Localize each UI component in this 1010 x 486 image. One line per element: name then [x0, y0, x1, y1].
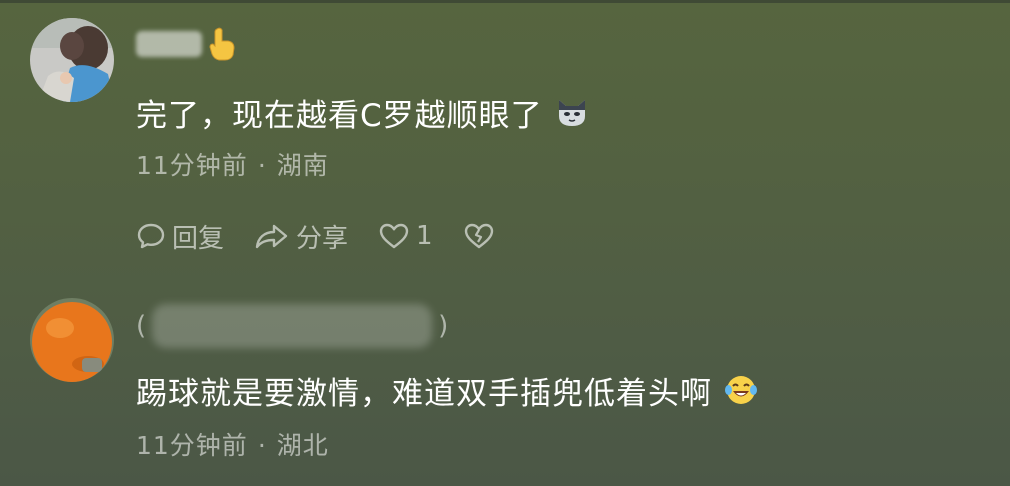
comment-text: 踢球就是要激情，难道双手插兜低着头啊 [136, 375, 712, 412]
comment-location: 湖南 [276, 151, 329, 180]
username-blurred[interactable] [152, 304, 433, 348]
reply-button[interactable]: 回复 [136, 218, 224, 255]
username-open-paren: ( [136, 311, 147, 341]
comment-text: 完了，现在越看C罗越顺眼了 [136, 97, 543, 134]
laughing-tears-emoji-icon [724, 373, 758, 407]
reply-label: 回复 [172, 223, 225, 254]
username-row [136, 24, 236, 64]
comment-actions: 回复 分享 1 [136, 216, 531, 256]
username-row: ( ) [136, 304, 449, 348]
comment-text-row: 踢球就是要激情，难道双手插兜低着头啊 [136, 368, 758, 412]
comment-location: 湖北 [276, 431, 329, 460]
comment-bubble-icon [136, 221, 172, 251]
avatar[interactable] [30, 298, 114, 382]
like-button[interactable]: 1 [378, 221, 433, 251]
username-close-paren: ) [438, 311, 449, 341]
heart-icon [378, 221, 416, 251]
comment-meta: 11分钟前 · 湖北 [136, 428, 329, 464]
cat-emoji-icon [555, 96, 589, 128]
comment-time: 11分钟前 [136, 431, 248, 460]
username-blurred[interactable] [136, 31, 202, 57]
share-arrow-icon [254, 221, 296, 251]
comment-time: 11分钟前 [136, 151, 248, 180]
meta-separator: · [257, 431, 267, 460]
share-button[interactable]: 分享 [254, 218, 348, 255]
pointing-hand-icon [208, 27, 236, 61]
avatar[interactable] [30, 18, 114, 102]
dislike-button[interactable] [463, 221, 501, 251]
top-divider [0, 0, 1010, 3]
meta-separator: · [257, 151, 267, 180]
broken-heart-icon [463, 221, 501, 251]
share-label: 分享 [296, 223, 349, 254]
like-count: 1 [416, 221, 433, 251]
comment-meta: 11分钟前 · 湖南 [136, 148, 329, 184]
comment-text-row: 完了，现在越看C罗越顺眼了 [136, 90, 589, 134]
